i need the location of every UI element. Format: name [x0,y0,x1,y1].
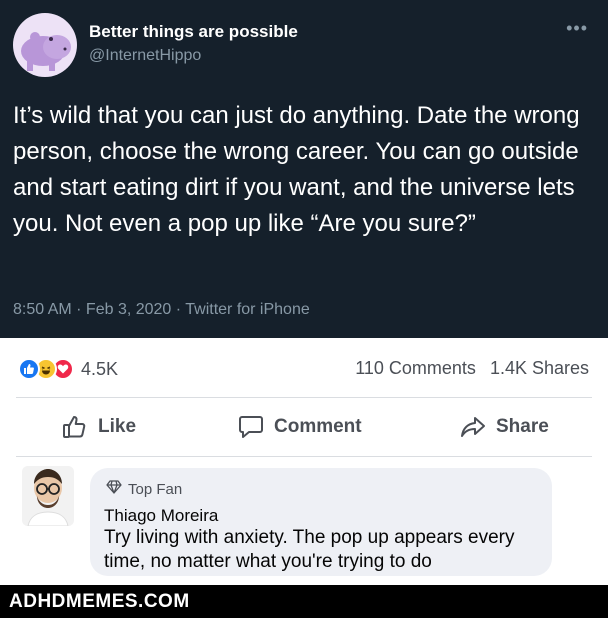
comment-button[interactable]: Comment [238,400,362,454]
tweet-author-name[interactable]: Better things are possible [89,22,298,42]
share-label: Share [496,416,549,437]
comment-text: Try living with anxiety. The pop up appe… [104,527,515,572]
like-label: Like [98,416,137,437]
diamond-icon [106,480,122,498]
comments-count[interactable]: 110 Comments [355,358,476,379]
comment-bubble: Top Fan Thiago Moreira Try living with a… [90,468,552,576]
share-button[interactable]: Share [460,400,549,454]
more-dots-icon[interactable]: ••• [566,18,588,39]
commenter-avatar[interactable] [22,466,74,526]
like-button[interactable]: Like [62,400,136,454]
engagement-counts: 110 Comments 1.4K Shares [355,358,589,379]
tweet-author-handle[interactable]: @InternetHippo [89,47,201,65]
reaction-summary[interactable]: 4.5K [18,357,118,381]
tweet-meta: 8:50 AM · Feb 3, 2020 · Twitter for iPho… [13,301,310,318]
shares-count[interactable]: 1.4K Shares [490,358,589,379]
divider [16,397,592,398]
top-fan-badge: Top Fan [106,480,182,498]
watermark-footer: ADHDMEMES.COM [0,585,608,618]
top-fan-label: Top Fan [128,480,183,498]
like-reaction-icon [18,358,40,380]
tweet-text: It’s wild that you can just do anything.… [13,102,580,237]
comment-label: Comment [274,416,362,437]
thumbs-up-icon [62,414,88,440]
action-bar: Like Comment Share [0,400,608,454]
hippo-avatar[interactable] [13,13,77,77]
watermark-text: ADHDMEMES.COM [9,591,190,612]
tweet-card: Better things are possible @InternetHipp… [0,0,608,338]
reaction-count: 4.5K [81,358,119,379]
share-arrow-icon [460,414,486,440]
comment-icon [238,414,264,440]
commenter-name[interactable]: Thiago Moreira [104,506,218,526]
divider [16,456,592,457]
